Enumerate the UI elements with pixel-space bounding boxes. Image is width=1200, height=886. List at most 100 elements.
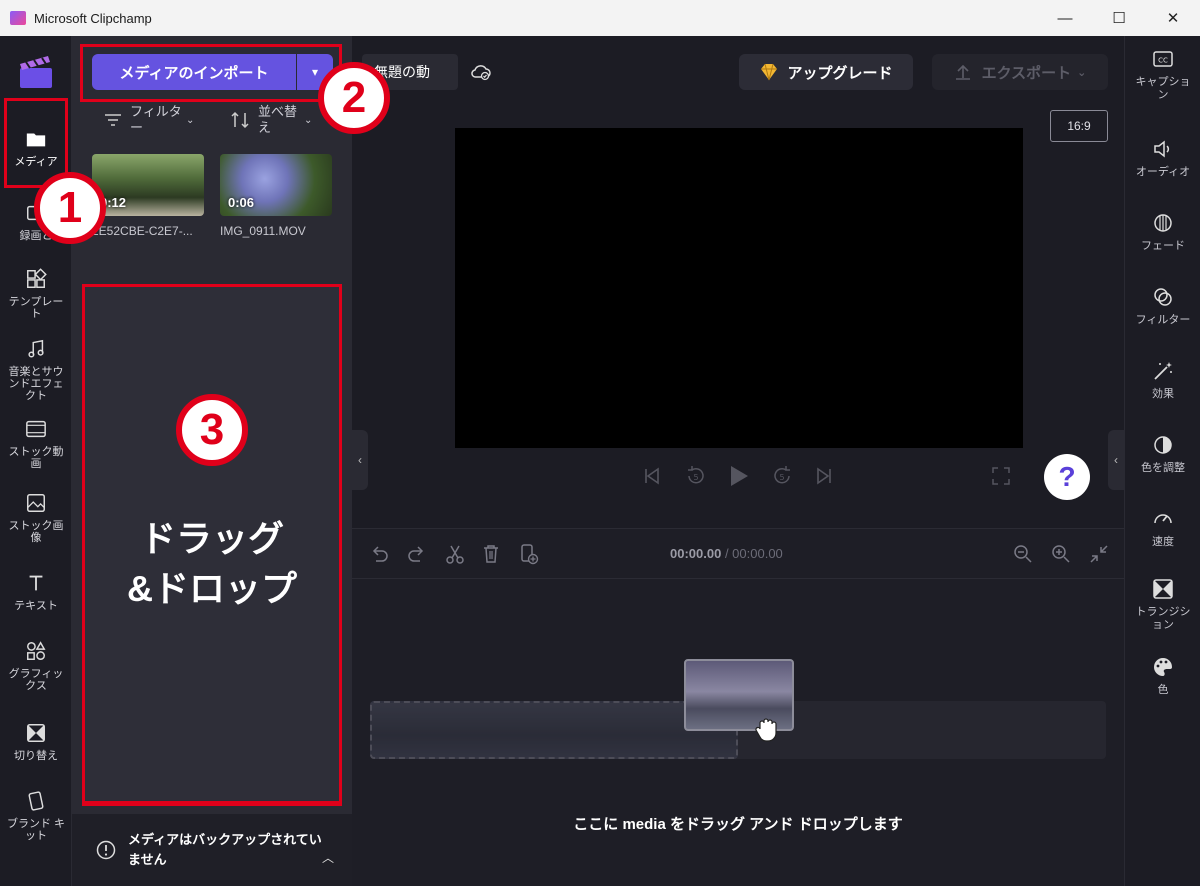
right-item-speed[interactable]: 速度 <box>1125 508 1200 549</box>
sidebar-item-brand-kit[interactable]: ブランド キット <box>0 790 72 842</box>
add-media-icon[interactable] <box>518 543 540 565</box>
palette-icon <box>1154 658 1172 676</box>
captions-icon: CC <box>1153 51 1173 67</box>
collapse-right-panel-button[interactable]: ‹ <box>1108 430 1124 490</box>
cloud-sync-icon <box>471 65 491 81</box>
aspect-ratio-button[interactable]: 16:9 <box>1050 110 1108 142</box>
trash-icon[interactable] <box>480 543 502 565</box>
annotation-box-import <box>80 44 342 102</box>
drop-placeholder-clip <box>370 701 738 759</box>
sidebar-item-graphics[interactable]: グラフィックス <box>0 640 72 692</box>
sidebar-item-label: グラフィックス <box>8 668 64 692</box>
brand-kit-icon <box>28 791 44 811</box>
contrast-icon <box>1154 436 1172 454</box>
export-button[interactable]: エクスポート ⌄ <box>932 54 1108 90</box>
sidebar-item-label: 音楽とサウンドエフェクト <box>8 366 64 402</box>
right-item-color[interactable]: 色 <box>1125 656 1200 697</box>
sidebar-item-text[interactable]: テキスト <box>0 572 72 612</box>
sidebar-item-label: ストック動画 <box>8 446 64 470</box>
right-item-transitions[interactable]: トランジション <box>1125 578 1200 632</box>
chevron-down-icon: ⌄ <box>186 114 195 126</box>
right-item-label: 色を調整 <box>1141 462 1185 474</box>
sidebar-item-music[interactable]: 音楽とサウンドエフェクト <box>0 338 72 402</box>
sort-button[interactable]: 並べ替え ⌄ <box>230 104 312 136</box>
zoom-out-icon[interactable] <box>1012 543 1034 565</box>
right-item-captions[interactable]: CC キャプション <box>1125 48 1200 102</box>
image-icon <box>27 494 45 512</box>
zoom-in-icon[interactable] <box>1050 543 1072 565</box>
video-preview[interactable] <box>455 128 1023 448</box>
chevron-up-icon[interactable]: ︿ <box>322 849 334 866</box>
right-item-filters[interactable]: フィルター <box>1125 286 1200 327</box>
transition-icon <box>27 724 45 742</box>
right-item-fade[interactable]: フェード <box>1125 212 1200 253</box>
thumbnail-filename: 2E52CBE-C2E7-... <box>92 224 193 238</box>
right-item-label: 速度 <box>1152 536 1174 548</box>
right-sidebar: CC キャプション オーディオ フェード フィルター 効果 色を調整 速度 トラ… <box>1124 36 1200 886</box>
chevron-down-icon: ⌄ <box>1077 66 1087 79</box>
timeline-drop-hint: ここに media をドラッグ アンド ドロップします <box>573 816 903 833</box>
media-thumbnail[interactable]: 0:12 <box>92 154 204 216</box>
right-item-effects[interactable]: 効果 <box>1125 360 1200 401</box>
right-item-label: 効果 <box>1152 388 1174 400</box>
annotation-box-dropzone <box>82 284 342 806</box>
sidebar-item-label: テンプレート <box>8 296 64 320</box>
film-icon <box>26 420 46 438</box>
transition-icon <box>1153 579 1173 599</box>
sidebar-item-stock-image[interactable]: ストック画像 <box>0 492 72 544</box>
shapes-icon <box>27 641 46 660</box>
upload-icon <box>955 64 970 80</box>
sidebar-item-transitions[interactable]: 切り替え <box>0 722 72 762</box>
scissors-icon[interactable] <box>444 543 466 565</box>
right-item-audio[interactable]: オーディオ <box>1125 138 1200 179</box>
help-button[interactable]: ? <box>1044 454 1090 500</box>
svg-text:5: 5 <box>693 473 698 482</box>
fit-timeline-icon[interactable] <box>1088 543 1110 565</box>
right-item-label: キャプション <box>1135 76 1191 101</box>
sidebar-item-templates[interactable]: テンプレート <box>0 268 72 320</box>
close-button[interactable]: ✕ <box>1146 0 1200 36</box>
sort-label: 並べ替え <box>258 104 298 135</box>
svg-text:5: 5 <box>779 473 784 482</box>
timecode-display: 00:00.00 / 00:00.00 <box>670 546 783 561</box>
skip-forward-icon[interactable] <box>814 466 834 486</box>
chevron-left-icon: ‹ <box>1114 453 1118 467</box>
redo-icon[interactable] <box>406 543 428 565</box>
backup-notice[interactable]: メディアはバックアップされていません ︿ <box>72 814 352 886</box>
annotation-number-2: 2 <box>318 62 390 134</box>
sidebar-item-stock-video[interactable]: ストック動画 <box>0 418 72 470</box>
window-title: Microsoft Clipchamp <box>34 10 152 26</box>
fade-icon <box>1154 214 1172 232</box>
skip-back-icon[interactable] <box>642 466 662 486</box>
window-controls: — ☐ ✕ <box>1038 0 1200 36</box>
minimize-button[interactable]: — <box>1038 0 1092 36</box>
rewind-5-icon[interactable]: 5 <box>684 464 708 488</box>
media-thumbnail[interactable]: 0:06 <box>220 154 332 216</box>
svg-text:CC: CC <box>1158 57 1168 65</box>
timeline-toolbar: 00:00.00 / 00:00.00 <box>352 529 1124 579</box>
annotation-number-3: 3 <box>176 394 248 466</box>
total-time: / 00:00.00 <box>724 546 783 561</box>
text-icon <box>29 575 43 591</box>
speedometer-icon <box>1154 514 1172 524</box>
playback-controls: 5 5 <box>642 462 834 490</box>
template-icon <box>27 268 47 288</box>
fullscreen-icon[interactable] <box>992 467 1010 485</box>
maximize-button[interactable]: ☐ <box>1092 0 1146 36</box>
right-item-label: 色 <box>1157 684 1169 696</box>
right-item-label: フェード <box>1141 240 1185 252</box>
sidebar-item-label: ストック画像 <box>8 520 64 544</box>
right-item-adjust-colors[interactable]: 色を調整 <box>1125 434 1200 475</box>
sidebar-item-label: 切り替え <box>14 750 58 762</box>
upgrade-button[interactable]: アップグレード <box>739 54 913 90</box>
forward-5-icon[interactable]: 5 <box>770 464 794 488</box>
collapse-left-panel-button[interactable]: ‹ <box>352 430 368 490</box>
clipchamp-app-icon <box>10 11 26 25</box>
filter-button[interactable]: フィルター ⌄ <box>104 104 194 136</box>
filter-label: フィルター <box>130 104 182 135</box>
undo-icon[interactable] <box>368 543 390 565</box>
sidebar-item-label: ブランド キット <box>6 818 66 842</box>
play-icon[interactable] <box>728 464 750 488</box>
music-icon <box>28 339 44 358</box>
right-item-label: トランジション <box>1135 606 1191 631</box>
